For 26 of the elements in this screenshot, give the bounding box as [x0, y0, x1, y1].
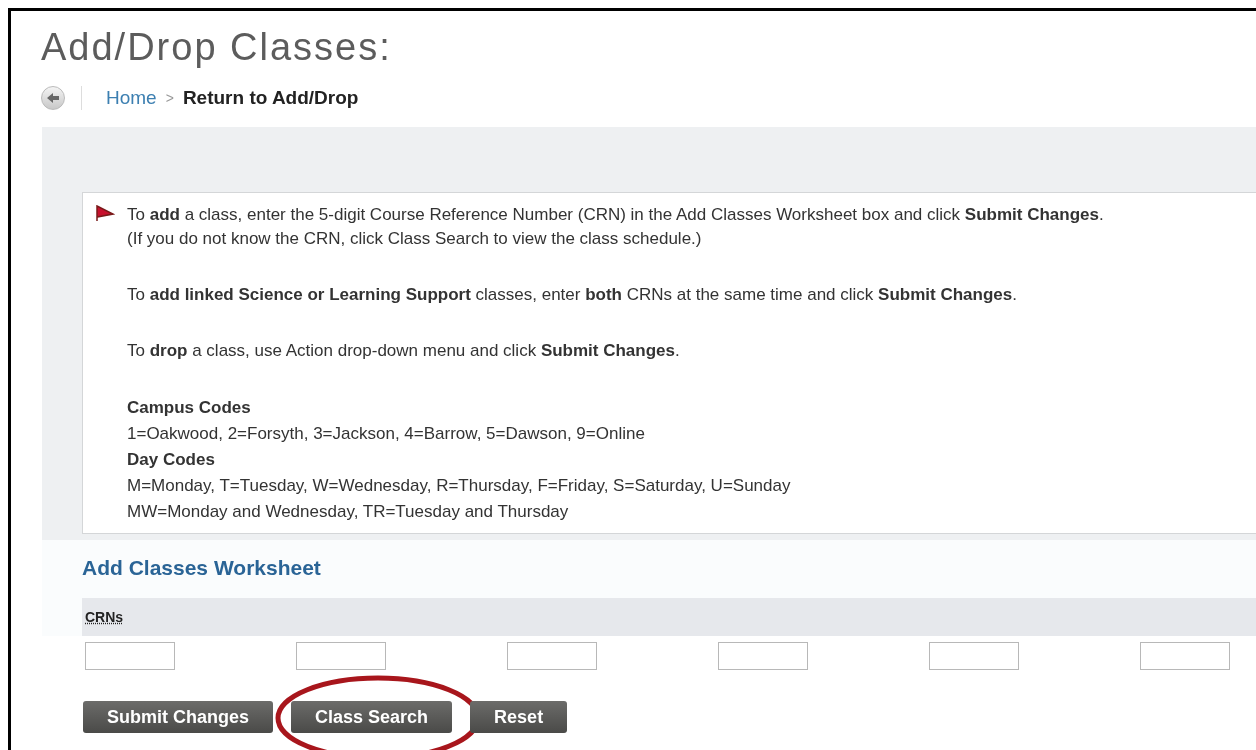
codes-heading: Day Codes [126, 449, 215, 471]
worksheet-title: Add Classes Worksheet [82, 555, 321, 581]
instruction-text: To add a class, enter the 5-digit Course Reference Number (CRN) in the Add Classes Worksheet box and click Submit Changes. [127, 204, 1104, 226]
crn-input[interactable] [718, 642, 808, 670]
codes-text: 1=Oakwood, 2=Forsyth, 3=Jackson, 4=Barrow, 5=Dawson, 9=Online [126, 423, 645, 445]
crn-input[interactable] [1140, 642, 1230, 670]
instruction-text: To drop a class, use Action drop-down menu and click Submit Changes. [127, 340, 680, 362]
breadcrumb-separator: > [165, 88, 174, 108]
breadcrumb-current: Return to Add/Drop [182, 85, 359, 110]
back-arrow-icon [46, 92, 60, 104]
form-button[interactable]: Submit Changes [83, 701, 273, 733]
back-button[interactable] [41, 86, 65, 110]
form-button[interactable]: Class Search [291, 701, 453, 733]
instruction-text: (If you do not know the CRN, click Class Search to view the class schedule.) [127, 228, 702, 250]
codes-heading: Campus Codes [126, 397, 251, 419]
crn-input[interactable] [929, 642, 1019, 670]
codes-text: MW=Monday and Wednesday, TR=Tuesday and Thursday [126, 501, 569, 523]
home-link[interactable]: Home [106, 83, 157, 113]
crn-input[interactable] [507, 642, 597, 670]
crn-input[interactable] [296, 642, 386, 670]
column-header: CRNs [85, 607, 124, 627]
page-title: Add/Drop Classes: [41, 25, 392, 70]
crn-input[interactable] [85, 642, 175, 670]
instruction-text: To add linked Science or Learning Support classes, enter both CRNs at the same time and click Submit Changes. [127, 284, 1017, 306]
codes-text: M=Monday, T=Tuesday, W=Wednesday, R=Thursday, F=Friday, S=Saturday, U=Sunday [126, 475, 791, 497]
form-button[interactable]: Reset [470, 701, 568, 733]
